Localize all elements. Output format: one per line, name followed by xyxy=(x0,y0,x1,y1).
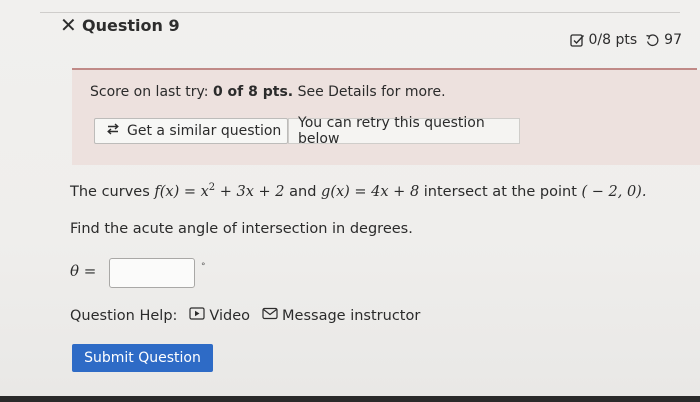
submit-question-button[interactable]: Submit Question xyxy=(72,344,213,372)
message-instructor-link[interactable]: Message instructor xyxy=(262,307,420,324)
intersection-point: ( − 2, 0). xyxy=(581,183,647,200)
problem-intersect: intersect at the point xyxy=(419,183,582,200)
score-value: 0 of 8 pts. xyxy=(212,84,294,100)
question-help: Question Help: Video Message instructor xyxy=(70,307,420,324)
theta-label: θ = xyxy=(70,262,97,280)
degree-symbol: ° xyxy=(201,262,206,272)
problem-intro: The curves xyxy=(70,183,155,200)
g-expression: g(x) = 4x + 8 xyxy=(321,183,420,200)
question-title: Question 9 xyxy=(82,16,180,35)
envelope-icon xyxy=(262,307,278,324)
retry-attempts-icon xyxy=(645,33,660,48)
get-similar-question-button[interactable]: Get a similar question xyxy=(94,118,288,144)
message-instructor-label: Message instructor xyxy=(282,307,421,324)
swap-arrows-icon xyxy=(105,122,121,140)
video-link[interactable]: Video xyxy=(189,307,250,324)
score-message: Score on last try: 0 of 8 pts. See Detai… xyxy=(90,84,446,100)
question-help-label: Question Help: xyxy=(70,307,178,324)
top-divider xyxy=(40,12,680,13)
question-page: ✕ Question 9 0/8 pts 97 Score on last tr… xyxy=(0,0,700,402)
retries-count: 97 xyxy=(664,32,682,48)
problem-and: and xyxy=(284,183,322,200)
f-expression: f(x) = x2 + 3x + 2 xyxy=(154,182,285,200)
angle-answer-input[interactable] xyxy=(109,258,195,288)
problem-statement: The curves f(x) = x2 + 3x + 2 and g(x) =… xyxy=(70,182,646,200)
similar-question-label: Get a similar question xyxy=(127,123,282,139)
points-text: 0/8 pts xyxy=(588,32,638,48)
checkbox-edit-icon xyxy=(569,33,585,48)
score-panel: Score on last try: 0 of 8 pts. See Detai… xyxy=(72,70,700,165)
f-expression-rest: + 3x + 2 xyxy=(215,183,285,200)
score-suffix: See Details for more. xyxy=(293,84,446,100)
video-link-label: Video xyxy=(209,307,251,324)
retry-notice: You can retry this question below xyxy=(288,115,520,147)
points-status: 0/8 pts 97 xyxy=(569,32,682,48)
score-prefix: Score on last try: xyxy=(90,84,213,100)
video-icon xyxy=(189,307,206,324)
problem-instruction: Find the acute angle of intersection in … xyxy=(70,221,413,237)
question-header: ✕ Question 9 0/8 pts 97 xyxy=(60,14,682,54)
f-expression-base: f(x) = x xyxy=(154,183,209,200)
close-icon[interactable]: ✕ xyxy=(60,14,77,36)
